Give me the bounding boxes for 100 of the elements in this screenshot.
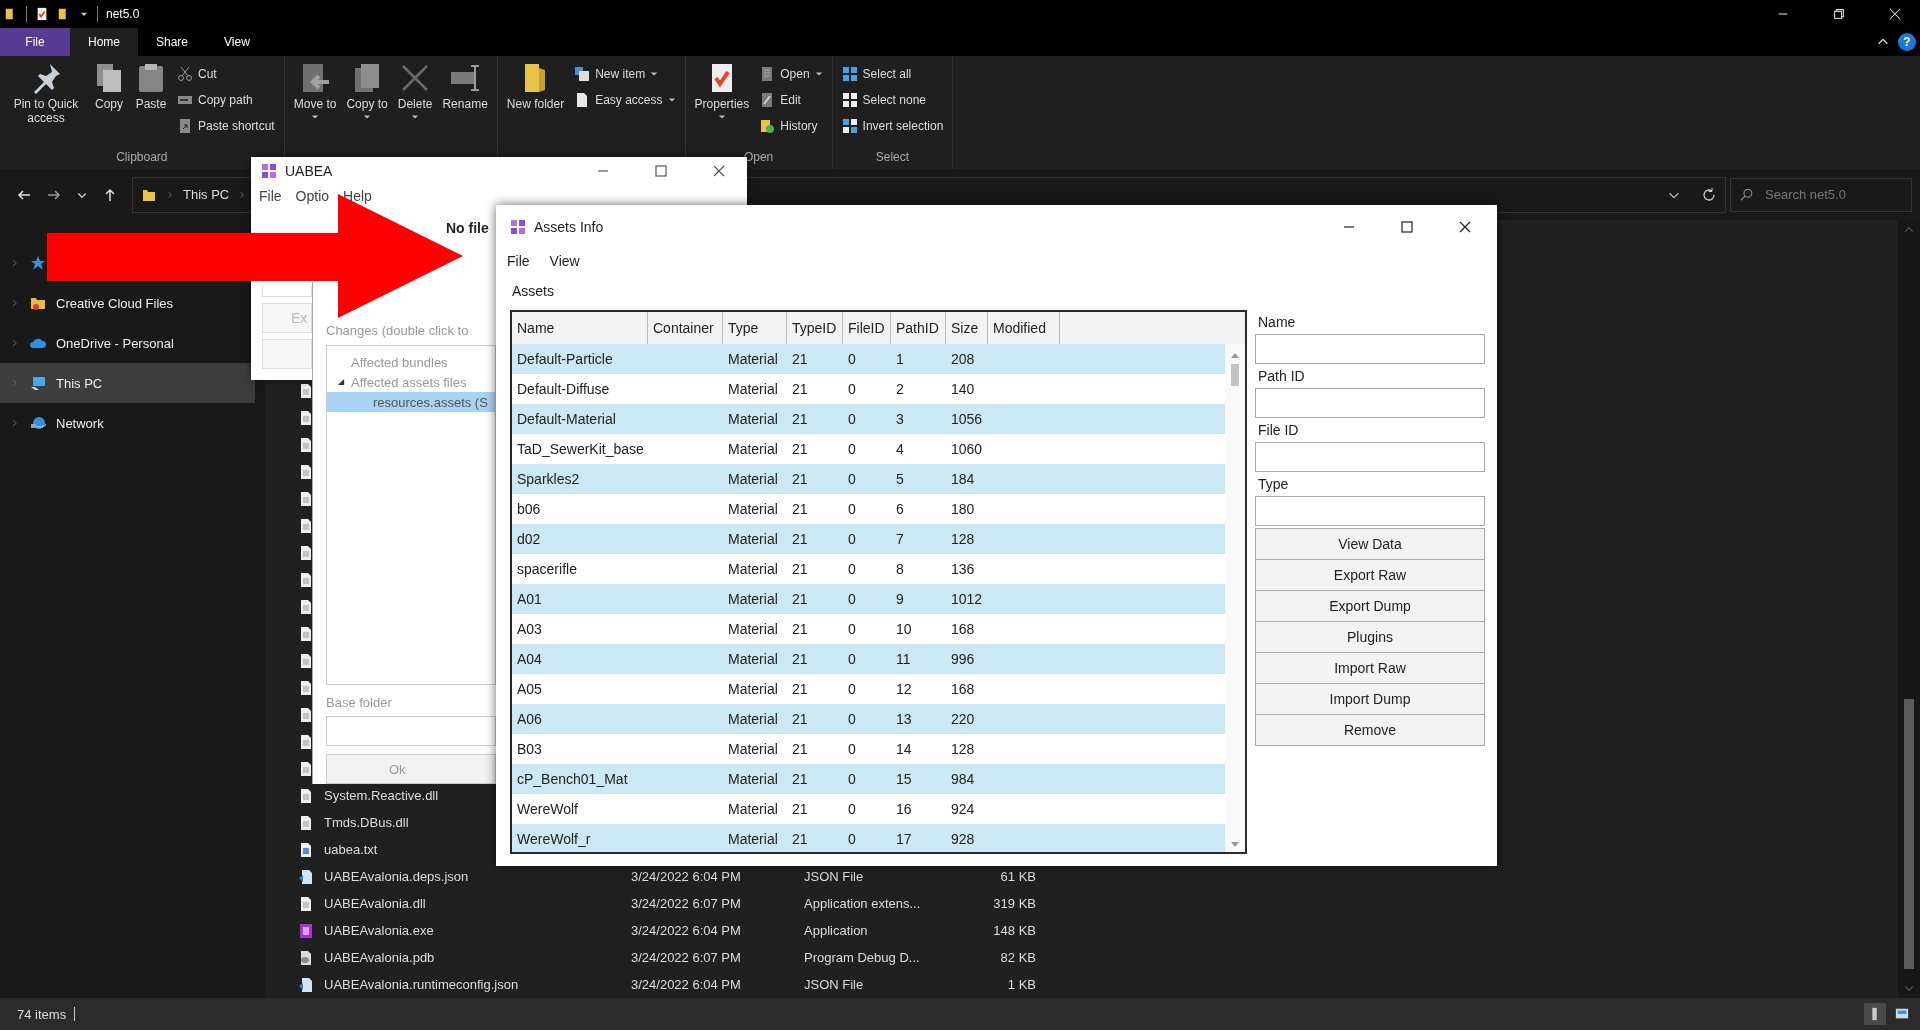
ribbon-button[interactable]: History [756,114,826,138]
assets-table[interactable] [510,309,1247,854]
ribbon-button[interactable]: Rename [439,60,491,147]
close-icon[interactable] [1888,7,1902,21]
table-row[interactable]: A01 Material 21 0 9 1012 [512,583,1225,614]
file-name[interactable]: UABEAvalonia.pdb [324,950,435,965]
chevron-right-icon[interactable] [10,338,20,348]
close-icon[interactable] [1457,219,1473,235]
ribbon-tab[interactable]: Home [70,28,138,56]
input-field[interactable] [326,716,496,746]
input-field[interactable] [1255,442,1485,472]
script-file-icon [298,868,314,885]
maximize-icon[interactable] [1399,219,1415,235]
table-row[interactable]: WereWolf Material 21 0 16 924 [512,793,1225,824]
ribbon-tab[interactable]: View [206,28,268,56]
table-row[interactable]: A05 Material 21 0 12 168 [512,673,1225,704]
ribbon-button[interactable]: Cut [174,62,278,86]
tiles-view-icon[interactable] [1894,1007,1910,1021]
table-cell-text: 0 [847,469,857,489]
caret-icon[interactable] [337,378,345,386]
nav-item[interactable]: Creative Cloud Files [0,283,255,323]
scrollbar-thumb[interactable] [1904,699,1914,969]
table-cell-text: Material [727,799,779,819]
menu-item[interactable]: File [507,252,530,269]
nav-item[interactable]: OneDrive - Personal [0,323,255,363]
table-row[interactable]: Default-Material Material 21 0 3 1056 [512,403,1225,434]
table-row[interactable]: Default-Diffuse Material 21 0 2 140 [512,373,1225,404]
menu-item[interactable]: Optio [295,188,330,204]
file-name[interactable]: Tmds.DBus.dll [324,815,409,830]
ribbon-button[interactable]: Copy to [343,60,391,147]
menu-item[interactable]: Help [343,188,372,204]
table-row[interactable]: Default-Particle Material 21 0 1 208 [512,343,1225,374]
table-row[interactable]: b06 Material 21 0 6 180 [512,493,1225,524]
file-name[interactable]: System.Reactive.dll [324,788,439,803]
ribbon-button[interactable]: Invert selection [838,114,947,138]
table-row[interactable]: d02 Material 21 0 7 128 [512,523,1225,554]
action-button[interactable]: Import Raw [1255,652,1485,684]
scroll-up-icon[interactable] [1231,351,1239,358]
table-row[interactable]: A03 Material 21 0 10 168 [512,613,1225,644]
ribbon-button[interactable]: Easy access [571,88,679,112]
restore-icon[interactable] [1832,7,1846,21]
table-row[interactable]: B03 Material 21 0 14 128 [512,733,1225,764]
help-button[interactable]: ? [1898,33,1916,51]
file-name[interactable]: UABEAvalonia.runtimeconfig.json [324,977,519,992]
action-button[interactable]: Import Dump [1255,683,1485,715]
nav-item[interactable]: This PC [0,363,255,403]
ribbon-tab[interactable]: File [0,28,70,56]
check-page-icon[interactable] [35,7,49,21]
ribbon-button[interactable]: Copy [90,60,128,147]
table-row[interactable]: cP_Bench01_Mat Material 21 0 15 984 [512,763,1225,794]
breadcrumb[interactable]: This PC [183,187,230,202]
ribbon-tab[interactable]: Share [138,28,207,56]
table-row[interactable]: WereWolf_r Material 21 0 17 928 [512,823,1225,852]
chevron-right-icon[interactable] [10,418,20,428]
star-icon[interactable] [30,255,46,271]
ribbon-button[interactable]: New item [571,62,679,86]
menu-item[interactable]: View [549,252,580,269]
table-row[interactable]: TaD_SewerKit_base Material 21 0 4 1060 [512,433,1225,464]
tree-view[interactable]: Affected bundles Affected assets files resources.assets (S [326,345,496,685]
table-row[interactable]: spacerifle Material 21 0 8 136 [512,553,1225,584]
file-name[interactable]: uabea.txt [324,842,378,857]
file-name[interactable]: UABEAvalonia.exe [324,923,434,938]
ribbon-button[interactable]: Properties [691,60,753,147]
ribbon-button[interactable]: Select all [838,62,947,86]
ribbon-button[interactable]: Delete [394,60,436,147]
menu-item[interactable]: File [259,188,282,204]
ribbon-button[interactable]: Copy path [174,88,278,112]
tree-item[interactable]: resources.assets (S [327,392,495,412]
input-field[interactable] [1255,388,1485,418]
ribbon-button[interactable]: Edit [756,88,826,112]
chevron-right-icon[interactable] [10,258,20,268]
text-file-icon [298,841,314,858]
table-row[interactable]: Sparkles2 Material 21 0 5 184 [512,463,1225,494]
scroll-down-icon[interactable] [1231,842,1239,848]
file-name[interactable]: UABEAvalonia.deps.json [324,869,469,884]
action-button[interactable]: View Data [1255,528,1485,560]
search-field[interactable]: Search net5.0 [1730,177,1912,212]
ribbon-button[interactable]: Paste [132,60,170,147]
file-name[interactable]: UABEAvalonia.dll [324,896,426,911]
input-field[interactable] [1255,496,1485,526]
ribbon-button[interactable]: Select none [838,88,947,112]
table-row[interactable]: A06 Material 21 0 13 220 [512,703,1225,734]
chevron-right-icon[interactable] [10,298,20,308]
input-field[interactable] [1255,334,1485,364]
scrollbar[interactable] [1898,220,1920,998]
action-button[interactable]: Plugins [1255,621,1485,653]
ribbon-button[interactable]: New folder [503,60,568,147]
action-button[interactable]: Export Dump [1255,590,1485,622]
action-button[interactable]: Remove [1255,714,1485,746]
ribbon-button[interactable]: Open [756,62,826,86]
ribbon-button[interactable]: Paste shortcut [174,114,278,138]
ribbon-button[interactable]: Move to [290,60,340,147]
ribbon-button[interactable]: Pin to Quick access [6,60,86,147]
action-button[interactable]: Export Raw [1255,559,1485,591]
maximize-icon[interactable] [653,162,669,179]
scrollbar-thumb[interactable] [1231,363,1239,386]
refresh-icon[interactable] [1701,186,1717,203]
scrollbar[interactable] [1225,343,1245,852]
nav-item[interactable]: Network [0,403,255,443]
table-row[interactable]: A04 Material 21 0 11 996 [512,643,1225,674]
